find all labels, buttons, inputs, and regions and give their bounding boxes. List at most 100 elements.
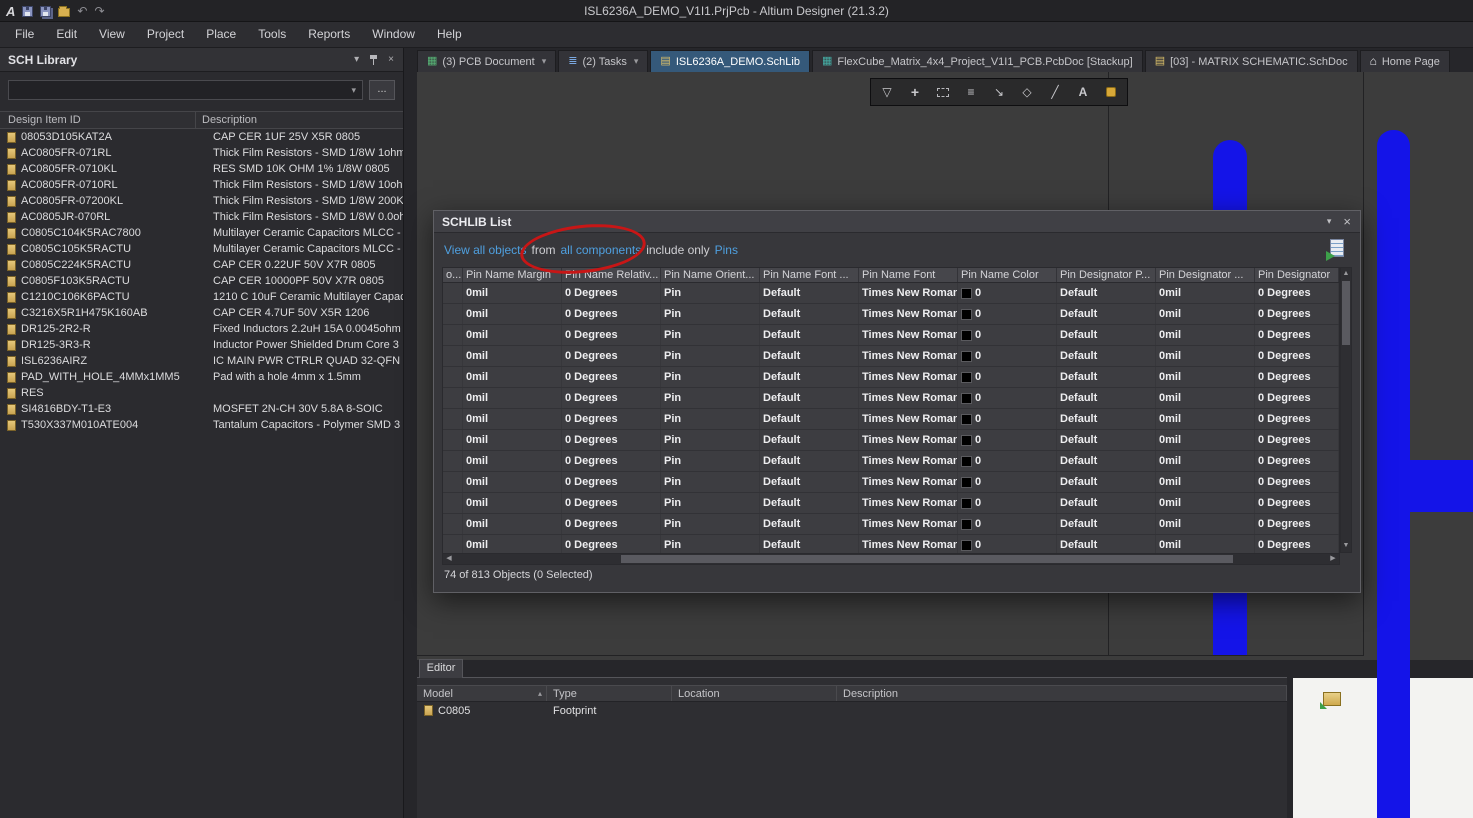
library-row[interactable]: DR125-2R2-RFixed Inductors 2.2uH 15A 0.0… <box>0 321 403 337</box>
more-button[interactable]: ... <box>369 80 395 100</box>
tab-isl6236a-demo-schlib[interactable]: ▤ISL6236A_DEMO.SchLib <box>650 50 810 72</box>
pin-list-row[interactable]: 0mil0 DegreesPinDefaultTimes New Roman,0… <box>443 514 1339 535</box>
library-row[interactable]: C1210C106K6PACTU1210 C 10uF Ceramic Mult… <box>0 289 403 305</box>
filter-link-all-components[interactable]: all components <box>561 243 642 257</box>
pin-list-row[interactable]: 0mil0 DegreesPinDefaultTimes New Roman,0… <box>443 430 1339 451</box>
dialog-column-pin-name-relativ[interactable]: Pin Name Relativ... <box>562 268 661 282</box>
filter-link-view-all-objects[interactable]: View all objects <box>444 243 527 257</box>
tab-editor[interactable]: Editor <box>419 659 463 678</box>
menu-help[interactable]: Help <box>426 22 473 47</box>
scroll-up-icon[interactable]: ▲ <box>1341 268 1351 280</box>
library-row[interactable]: C0805C224K5RACTUCAP CER 0.22UF 50V X7R 0… <box>0 257 403 273</box>
pin-list-row[interactable]: 0mil0 DegreesPinDefaultTimes New Roman,0… <box>443 346 1339 367</box>
library-filter-combobox[interactable]: ▾ <box>8 80 363 100</box>
close-icon[interactable]: × <box>388 54 394 65</box>
filter-button[interactable] <box>874 80 900 104</box>
dialog-column-pin-designator-p[interactable]: Pin Designator P... <box>1057 268 1156 282</box>
pin-list-row[interactable]: 0mil0 DegreesPinDefaultTimes New Roman,0… <box>443 451 1339 472</box>
dialog-column-pin-name-font[interactable]: Pin Name Font <box>859 268 958 282</box>
scrollbar-thumb[interactable] <box>1342 281 1350 345</box>
menu-tools[interactable]: Tools <box>247 22 297 47</box>
library-row[interactable]: DR125-3R3-RInductor Power Shielded Drum … <box>0 337 403 353</box>
schematic-blue-arm[interactable] <box>1410 460 1473 512</box>
library-row[interactable]: AC0805FR-0710RLThick Film Resistors - SM… <box>0 177 403 193</box>
scroll-right-icon[interactable]: ▶ <box>1327 554 1339 564</box>
library-row[interactable]: PAD_WITH_HOLE_4MMx1MM5Pad with a hole 4m… <box>0 369 403 385</box>
plus-button[interactable] <box>902 80 928 104</box>
library-row[interactable]: C0805C105K5RACTUMultilayer Ceramic Capac… <box>0 241 403 257</box>
library-row[interactable]: AC0805JR-070RLThick Film Resistors - SMD… <box>0 209 403 225</box>
menu-reports[interactable]: Reports <box>297 22 361 47</box>
dialog-column-pin-name-color[interactable]: Pin Name Color <box>958 268 1057 282</box>
pin-list-row[interactable]: 0mil0 DegreesPinDefaultTimes New Roman,0… <box>443 493 1339 514</box>
dialog-column-pin-name-margin[interactable]: Pin Name Margin <box>463 268 562 282</box>
library-row[interactable]: AC0805FR-071RLThick Film Resistors - SMD… <box>0 145 403 161</box>
report-icon[interactable] <box>1326 239 1348 261</box>
pin-list-row[interactable]: 0mil0 DegreesPinDefaultTimes New Roman,0… <box>443 325 1339 346</box>
panel-menu-icon[interactable]: ▾ <box>1327 216 1332 227</box>
tab-03-matrix-schematic-schdoc[interactable]: ▤[03] - MATRIX SCHEMATIC.SchDoc <box>1145 50 1358 72</box>
library-row[interactable]: SI4816BDY-T1-E3MOSFET 2N-CH 30V 5.8A 8-S… <box>0 401 403 417</box>
altium-logo-icon[interactable]: A <box>6 4 15 19</box>
menu-file[interactable]: File <box>4 22 45 47</box>
editor-column-location[interactable]: Location <box>672 686 837 701</box>
column-description[interactable]: Description <box>196 112 403 128</box>
chevron-down-icon[interactable]: ▾ <box>542 56 547 67</box>
line-button[interactable] <box>1042 80 1068 104</box>
selection-rect-button[interactable] <box>930 80 956 104</box>
menu-edit[interactable]: Edit <box>45 22 88 47</box>
column-design-item-id[interactable]: Design Item ID <box>0 112 196 128</box>
close-icon[interactable]: × <box>1343 215 1351 228</box>
scroll-down-icon[interactable]: ▼ <box>1341 540 1351 552</box>
vertical-scrollbar[interactable]: ▲ ▼ <box>1340 267 1352 553</box>
dialog-column-pin-name-orient[interactable]: Pin Name Orient... <box>661 268 760 282</box>
library-row[interactable]: AC0805FR-0710KLRES SMD 10K OHM 1% 1/8W 0… <box>0 161 403 177</box>
schematic-blue-bar-right[interactable] <box>1377 130 1410 818</box>
editor-column-description[interactable]: Description <box>837 686 1287 701</box>
save-all-icon[interactable] <box>40 6 51 17</box>
menu-place[interactable]: Place <box>195 22 247 47</box>
editor-column-model[interactable]: Model▴ <box>417 686 547 701</box>
tab-2-tasks[interactable]: ≣(2) Tasks▾ <box>558 50 648 72</box>
dialog-header[interactable]: SCHLIB List ▾ × <box>434 211 1360 233</box>
menu-view[interactable]: View <box>88 22 136 47</box>
dialog-column-pin-designator[interactable]: Pin Designator <box>1255 268 1339 282</box>
library-row[interactable]: AC0805FR-07200KLThick Film Resistors - S… <box>0 193 403 209</box>
editor-row[interactable]: C0805Footprint <box>417 702 1287 719</box>
pin-list-row[interactable]: 0mil0 DegreesPinDefaultTimes New Roman,0… <box>443 535 1339 553</box>
chevron-down-icon[interactable]: ▾ <box>634 56 639 67</box>
redo-icon[interactable]: ↷ <box>94 5 104 17</box>
dialog-column-pin-designator[interactable]: Pin Designator ... <box>1156 268 1255 282</box>
open-icon[interactable] <box>58 8 70 17</box>
pin-list-row[interactable]: 0mil0 DegreesPinDefaultTimes New Roman,0… <box>443 409 1339 430</box>
pin-list-row[interactable]: 0mil0 DegreesPinDefaultTimes New Roman,0… <box>443 472 1339 493</box>
scrollbar-thumb[interactable] <box>621 555 1233 563</box>
menu-window[interactable]: Window <box>361 22 426 47</box>
library-row[interactable]: C0805F103K5RACTUCAP CER 10000PF 50V X7R … <box>0 273 403 289</box>
undo-icon[interactable]: ↶ <box>77 5 87 17</box>
library-row[interactable]: 08053D105KAT2ACAP CER 1UF 25V X5R 0805 <box>0 129 403 145</box>
library-row[interactable]: RES <box>0 385 403 401</box>
scroll-left-icon[interactable]: ◀ <box>443 554 455 564</box>
horizontal-scrollbar[interactable]: ◀ ▶ <box>442 553 1340 565</box>
polygon-button[interactable] <box>1014 80 1040 104</box>
tab-3-pcb-document[interactable]: ▦(3) PCB Document▾ <box>417 50 556 72</box>
dialog-column-pin-name-font[interactable]: Pin Name Font ... <box>760 268 859 282</box>
snap-button[interactable] <box>986 80 1012 104</box>
library-row[interactable]: ISL6236AIRZIC MAIN PWR CTRLR QUAD 32-QFN <box>0 353 403 369</box>
library-row[interactable]: C3216X5R1H475K160ABCAP CER 4.7UF 50V X5R… <box>0 305 403 321</box>
panel-menu-icon[interactable]: ▾ <box>354 54 359 65</box>
menu-project[interactable]: Project <box>136 22 195 47</box>
dialog-column-o[interactable]: o... <box>443 268 463 282</box>
chevron-down-icon[interactable]: ▾ <box>351 85 362 96</box>
pin-list-row[interactable]: 0mil0 DegreesPinDefaultTimes New Roman,0… <box>443 283 1339 304</box>
align-button[interactable] <box>958 80 984 104</box>
pin-list-row[interactable]: 0mil0 DegreesPinDefaultTimes New Roman,0… <box>443 388 1339 409</box>
pin-list-row[interactable]: 0mil0 DegreesPinDefaultTimes New Roman,0… <box>443 367 1339 388</box>
save-icon[interactable] <box>22 6 33 17</box>
text-button[interactable] <box>1070 80 1096 104</box>
editor-column-type[interactable]: Type <box>547 686 672 701</box>
pad-button[interactable] <box>1098 80 1124 104</box>
pin-icon[interactable] <box>369 55 378 65</box>
pin-list-row[interactable]: 0mil0 DegreesPinDefaultTimes New Roman,0… <box>443 304 1339 325</box>
